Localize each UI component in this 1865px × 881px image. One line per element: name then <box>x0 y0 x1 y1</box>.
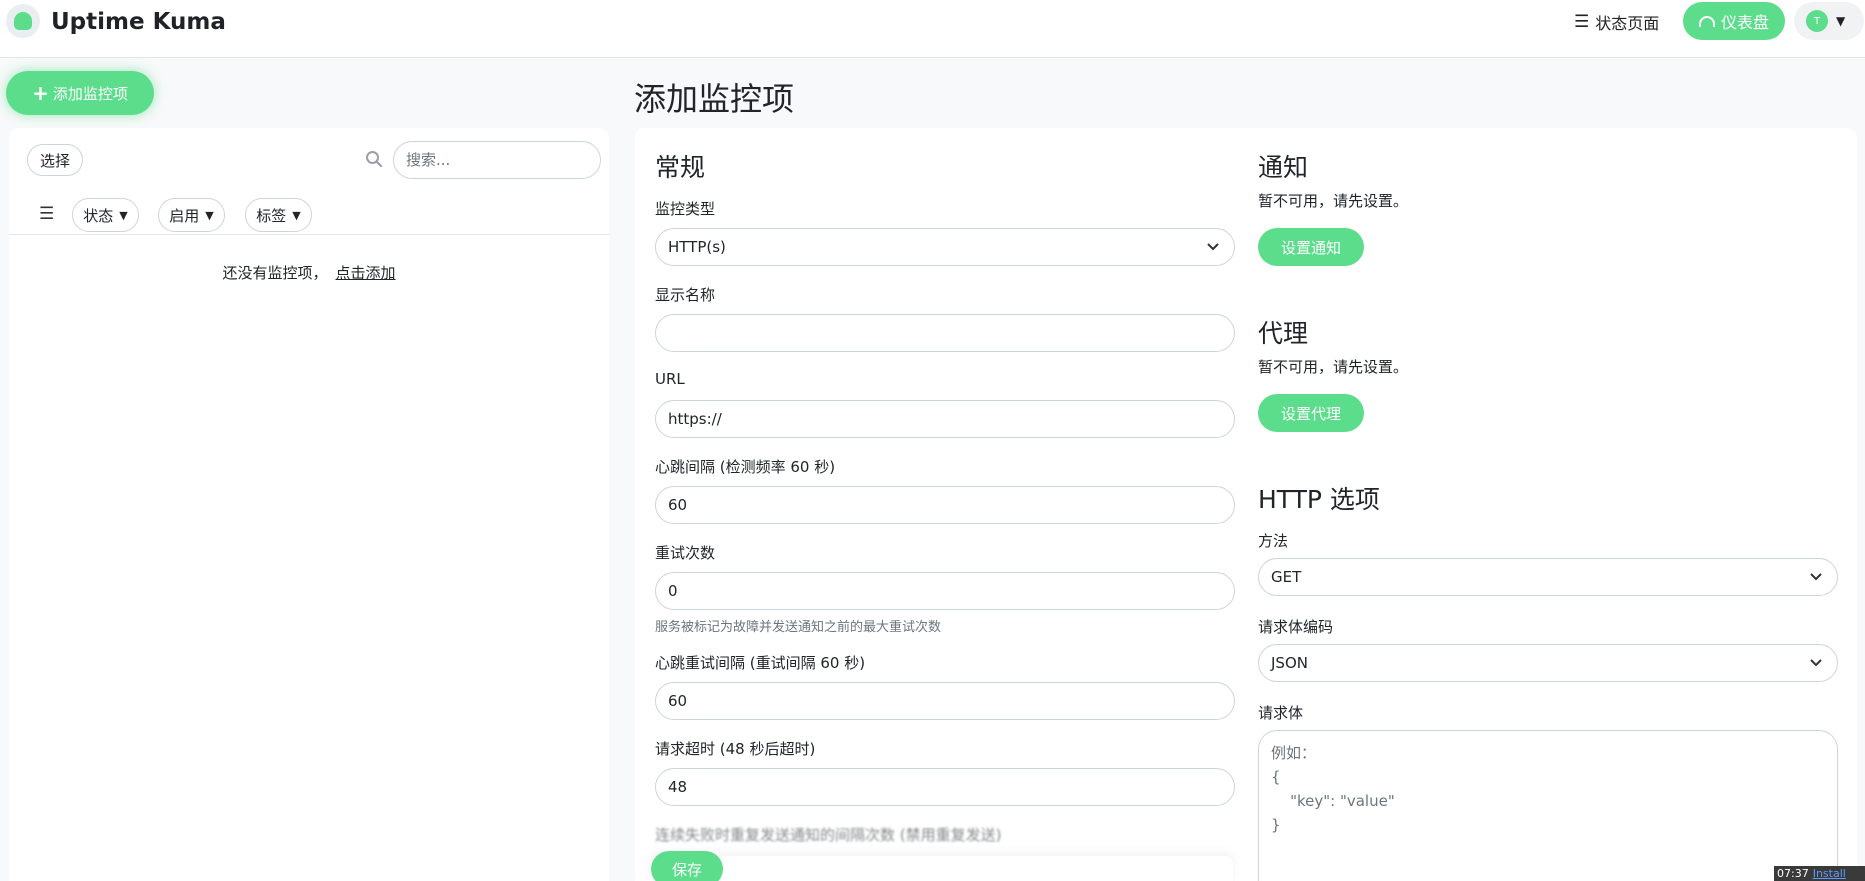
heartbeat-interval-label: 心跳间隔 (检测频率 60 秒) <box>655 458 836 476</box>
chevron-down-icon: ▼ <box>1836 14 1846 28</box>
filter-tags[interactable]: 标签 ▼ <box>245 198 312 232</box>
profile-dropdown[interactable]: T ▼ <box>1794 2 1864 40</box>
setup-notification-button[interactable]: 设置通知 <box>1258 228 1364 266</box>
add-monitor-label: 添加监控项 <box>52 84 128 103</box>
retries-value: 0 <box>668 582 678 600</box>
notification-section-title: 通知 <box>1258 153 1309 182</box>
body-encoding-label: 请求体编码 <box>1258 618 1334 636</box>
search-input[interactable] <box>393 141 601 179</box>
method-label: 方法 <box>1258 532 1289 550</box>
monitor-type-select[interactable]: HTTP(s) <box>655 228 1235 266</box>
body-encoding-value: JSON <box>1271 654 1308 672</box>
filter-active-label: 启用 <box>169 206 200 225</box>
page-title: 添加监控项 <box>634 80 795 118</box>
method-select[interactable]: GET <box>1258 558 1838 596</box>
monitor-type-value: HTTP(s) <box>668 238 726 256</box>
filter-row: ☰ 状态 ▼ 启用 ▼ 标签 ▼ <box>9 190 609 238</box>
filter-status-label: 状态 <box>83 206 114 225</box>
filter-active[interactable]: 启用 ▼ <box>158 198 225 232</box>
empty-state: 还没有监控项， 点击添加 <box>9 262 609 283</box>
save-button[interactable]: 保存 <box>651 851 723 881</box>
timeout-input[interactable]: 48 <box>655 768 1235 806</box>
monitor-type-label: 监控类型 <box>655 200 716 218</box>
proxy-section-title: 代理 <box>1258 319 1309 348</box>
chevron-down-icon <box>1810 573 1822 581</box>
status-page-link[interactable]: ☰ 状态页面 <box>1574 10 1659 34</box>
method-value: GET <box>1271 568 1302 586</box>
chevron-down-icon <box>1810 659 1822 667</box>
notification-note: 暂不可用，请先设置。 <box>1258 192 1409 210</box>
body-textarea[interactable]: 例如： { "key": "value" } <box>1258 730 1838 881</box>
select-button[interactable]: 选择 <box>27 144 83 176</box>
retries-input[interactable]: 0 <box>655 572 1235 610</box>
heartbeat-interval-input[interactable]: 60 <box>655 486 1235 524</box>
add-monitor-link[interactable]: 点击添加 <box>336 264 396 282</box>
body-label: 请求体 <box>1258 704 1304 722</box>
general-section-title: 常规 <box>655 153 706 182</box>
timeout-value: 48 <box>668 778 688 796</box>
retry-interval-label: 心跳重试间隔 (重试间隔 60 秒) <box>655 654 866 672</box>
save-bar <box>650 856 1233 881</box>
heartbeat-interval-value: 60 <box>668 496 688 514</box>
url-value: https:// <box>668 410 722 428</box>
status-page-label: 状态页面 <box>1595 14 1660 33</box>
plus-icon: + <box>32 81 49 105</box>
monitor-list-panel: 选择 ☰ 状态 ▼ 启用 ▼ 标签 ▼ 还没有监控项， 点击添加 <box>9 128 609 881</box>
url-input[interactable]: https:// <box>655 400 1235 438</box>
timeout-label: 请求超时 (48 秒后超时) <box>655 740 816 758</box>
add-monitor-button[interactable]: + 添加监控项 <box>6 71 154 115</box>
retry-interval-value: 60 <box>668 692 688 710</box>
filter-status[interactable]: 状态 ▼ <box>72 198 139 232</box>
taskbar-clock: 07:37 Install <box>1774 866 1865 881</box>
dashboard-button[interactable]: 仪表盘 <box>1683 2 1785 40</box>
clock-time: 07:37 <box>1777 867 1809 880</box>
retries-label: 重试次数 <box>655 544 716 562</box>
chevron-down-icon: ▼ <box>119 208 128 222</box>
uptime-kuma-logo-icon[interactable] <box>6 4 40 38</box>
avatar: T <box>1806 10 1828 32</box>
chevron-down-icon: ▼ <box>292 208 301 222</box>
display-name-label: 显示名称 <box>655 286 716 304</box>
retries-help-text: 服务被标记为故障并发送通知之前的最大重试次数 <box>655 620 942 635</box>
install-link[interactable]: Install <box>1813 867 1846 880</box>
gauge-icon <box>1698 15 1715 27</box>
search-icon <box>366 151 383 168</box>
proxy-note: 暂不可用，请先设置。 <box>1258 358 1409 376</box>
chevron-down-icon: ▼ <box>205 208 214 222</box>
resend-interval-label: 连续失败时重复发送通知的间隔次数 (禁用重复发送) <box>655 826 1002 844</box>
url-label: URL <box>655 370 685 388</box>
filter-tags-label: 标签 <box>256 206 287 225</box>
filter-list-icon[interactable]: ☰ <box>39 204 54 224</box>
list-icon: ☰ <box>1574 12 1590 32</box>
display-name-input[interactable] <box>655 314 1235 352</box>
empty-text: 还没有监控项， <box>222 264 328 282</box>
setup-proxy-button[interactable]: 设置代理 <box>1258 394 1364 432</box>
body-encoding-select[interactable]: JSON <box>1258 644 1838 682</box>
dashboard-label: 仪表盘 <box>1720 13 1769 32</box>
top-navbar: Uptime Kuma ☰ 状态页面 仪表盘 T ▼ <box>0 0 1865 58</box>
retry-interval-input[interactable]: 60 <box>655 682 1235 720</box>
app-title[interactable]: Uptime Kuma <box>51 9 226 35</box>
add-monitor-form: 常规 监控类型 HTTP(s) 显示名称 URL https:// 心跳间隔 (… <box>635 128 1857 881</box>
divider <box>9 234 609 235</box>
chevron-down-icon <box>1207 243 1219 251</box>
http-options-section-title: HTTP 选项 <box>1258 485 1380 514</box>
